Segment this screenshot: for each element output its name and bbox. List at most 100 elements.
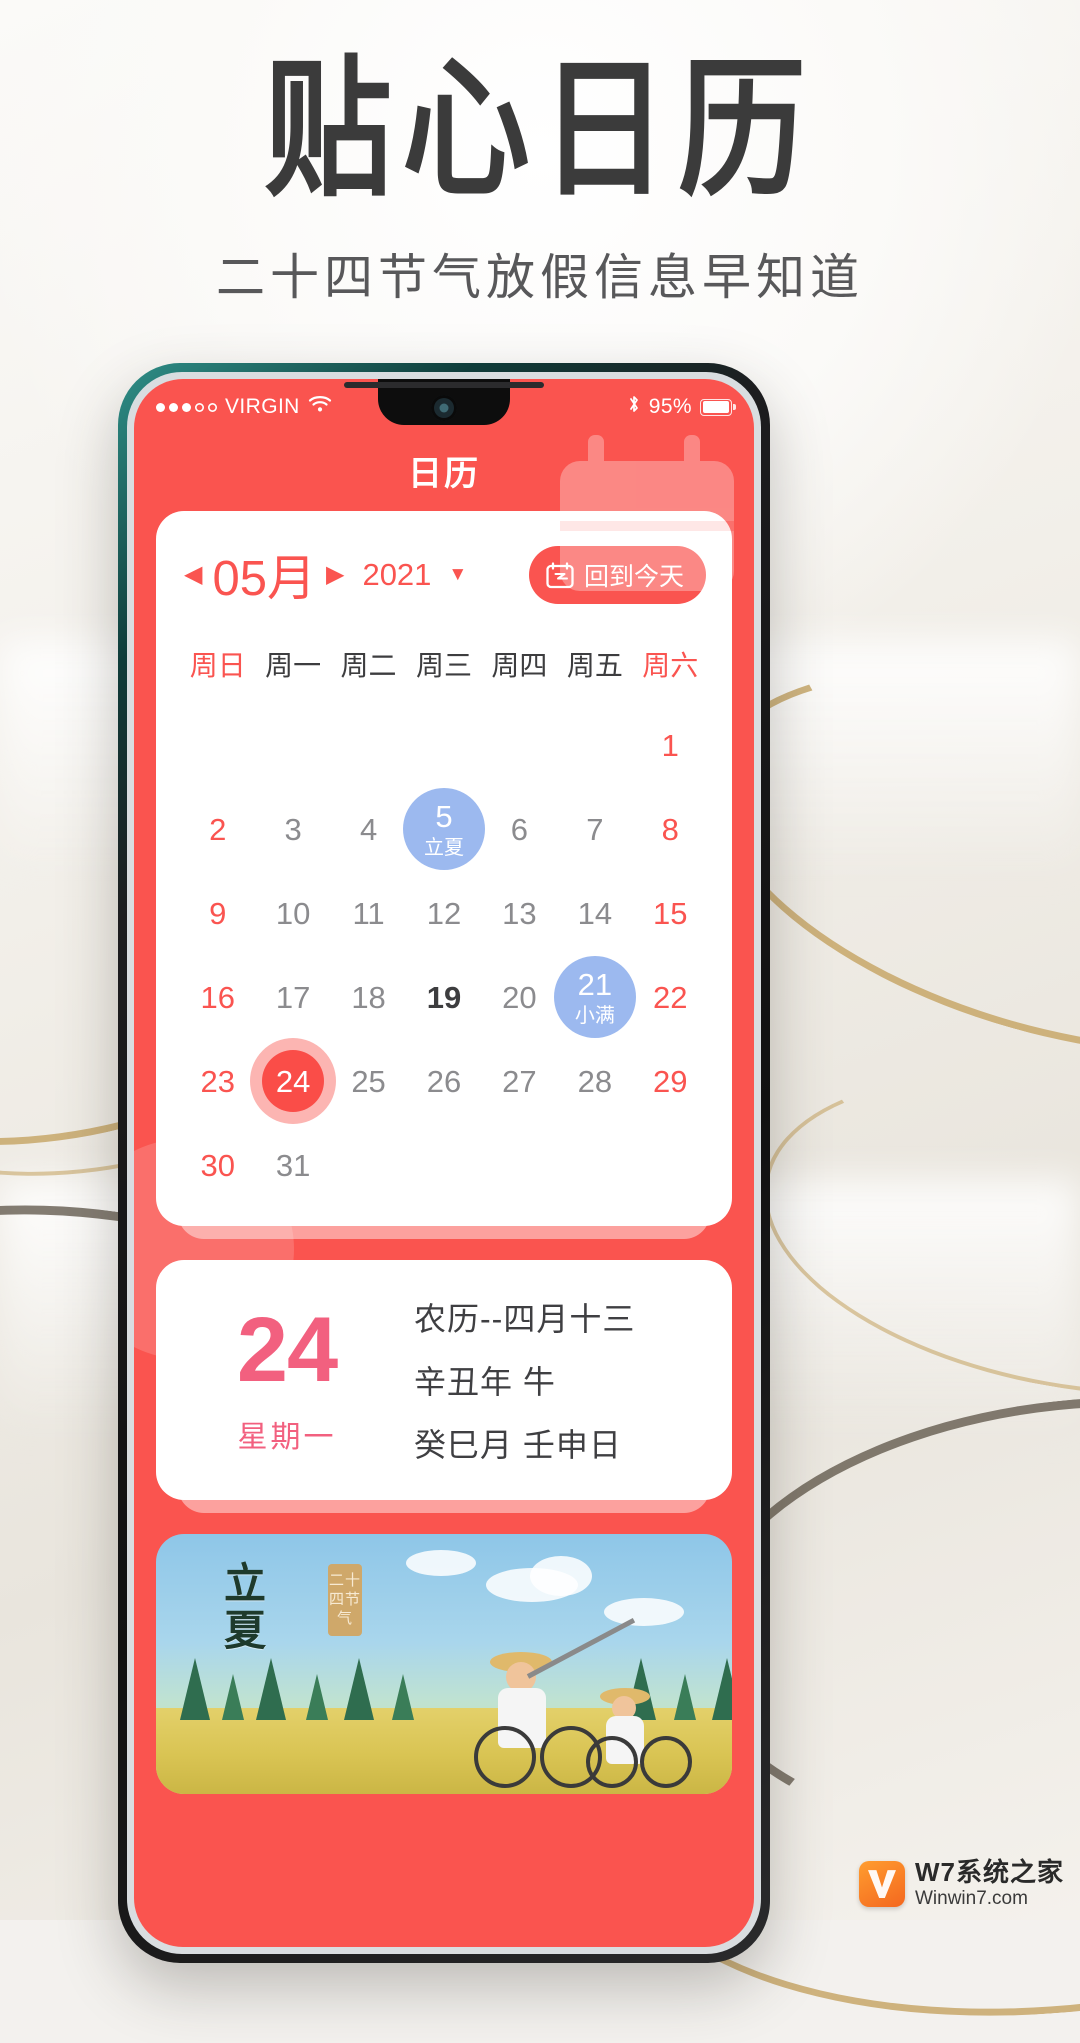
tree-shape [344, 1658, 374, 1720]
detail-lunar-line: 癸巳月 壬申日 [414, 1427, 622, 1463]
weekday-header-cell: 周四 [491, 650, 548, 681]
day-solar-term-label: 立夏 [423, 836, 464, 859]
weekday-header-cell: 周六 [642, 650, 699, 681]
day-number: 23 [200, 1063, 235, 1099]
phone-mockup: VIRGIN 4:06 PM 95% [118, 363, 770, 1963]
day-number: 8 [661, 811, 679, 847]
calendar-day-cell[interactable]: 17 [255, 958, 330, 1036]
calendar-day-cell[interactable]: 2 [180, 790, 255, 868]
tree-shape [712, 1658, 732, 1720]
month-selector[interactable]: ◀ 05月 ▶ 2021 ▼ [184, 539, 467, 610]
calendar-day-cell[interactable]: 16 [180, 958, 255, 1036]
day-number: 26 [426, 1063, 462, 1099]
weekday-header-cell: 周五 [566, 650, 623, 681]
day-number: 25 [351, 1063, 386, 1099]
calendar-day-cell[interactable]: 25 [331, 1042, 406, 1120]
calendar-day-cell[interactable]: 19 [406, 958, 481, 1036]
tree-shape [256, 1658, 286, 1720]
day-number: 6 [510, 811, 529, 847]
watermark-logo-icon [858, 1861, 905, 1908]
calendar-empty-cell [180, 706, 255, 784]
calendar-day-cell[interactable]: 9 [180, 874, 255, 952]
app-bar-title: 日历 [408, 454, 480, 493]
calendar-day-cell[interactable]: 22 [633, 958, 708, 1036]
weekday-header-cell: 周日 [189, 650, 246, 681]
calendar-day-cell[interactable]: 10 [255, 874, 330, 952]
solar-term-title: 立 夏 [224, 1560, 268, 1654]
calendar-day-cell[interactable]: 13 [482, 874, 557, 952]
day-solar-term-label: 小满 [574, 1004, 615, 1027]
day-number: 12 [426, 895, 462, 931]
day-number: 17 [275, 979, 311, 1015]
calendar-day-cell[interactable]: 1 [633, 706, 708, 784]
day-number: 30 [200, 1147, 235, 1183]
calendar-day-cell[interactable]: 24 [250, 1038, 337, 1124]
calendar-day-cell[interactable]: 11 [331, 874, 406, 952]
calendar-day-cell[interactable]: 21 小满 [553, 956, 636, 1038]
solar-term-title-line2: 夏 [224, 1607, 269, 1655]
calendar-day-grid: 1 2 3 4 5 立夏 6 7 8 9 10 11 12 13 14 15 16 17 18 19 20 21 小满 22 2… [178, 706, 710, 1204]
calendar-empty-cell [557, 1126, 632, 1204]
calendar-day-cell[interactable]: 29 [633, 1042, 708, 1120]
day-number: 14 [577, 895, 613, 931]
earpiece-speaker [344, 382, 544, 388]
calendar-day-cell[interactable]: 3 [255, 790, 330, 868]
next-month-button[interactable]: ▶ [326, 562, 344, 587]
calendar-day-cell[interactable]: 28 [557, 1042, 632, 1120]
day-number: 3 [284, 811, 302, 847]
calendar-empty-cell [255, 706, 330, 784]
calendar-day-cell[interactable]: 8 [633, 790, 708, 868]
day-number: 18 [351, 979, 386, 1015]
calendar-watermark-icon [552, 435, 742, 595]
phone-screen: VIRGIN 4:06 PM 95% [134, 379, 754, 1947]
day-number: 31 [275, 1147, 311, 1183]
tree-shape [180, 1658, 210, 1720]
date-detail-card[interactable]: 24 星期一 农历--四月十三 辛丑年 牛癸巳月 壬申日 [156, 1260, 732, 1500]
calendar-day-cell[interactable]: 26 [406, 1042, 481, 1120]
solar-term-title-line1: 立 [224, 1560, 269, 1607]
solar-term-illustration-card[interactable]: 立 夏 二十四节气 [156, 1534, 732, 1794]
calendar-empty-cell [633, 1126, 708, 1204]
watermark-url: Winwin7.com [914, 1888, 1028, 1910]
front-camera-icon [431, 395, 457, 421]
day-number: 27 [502, 1063, 537, 1099]
weekday-header-row: 周日 周一 周二 周三 周四 周五 周六 [178, 644, 710, 684]
calendar-empty-cell [406, 1126, 481, 1204]
illustration-child-rider [576, 1668, 696, 1788]
tree-shape [392, 1674, 414, 1720]
calendar-day-cell[interactable]: 14 [557, 874, 632, 952]
calendar-day-cell[interactable]: 20 [482, 958, 557, 1036]
year-label[interactable]: 2021 [362, 557, 431, 593]
day-number: 13 [502, 895, 537, 931]
day-number: 16 [200, 979, 235, 1015]
page-title: 贴心日历 [263, 46, 816, 215]
calendar-day-cell[interactable]: 30 [180, 1126, 255, 1204]
tree-shape [222, 1674, 244, 1720]
day-number: 19 [426, 979, 462, 1015]
calendar-day-cell[interactable]: 18 [331, 958, 406, 1036]
day-number: 15 [653, 895, 688, 931]
screen-content: ◀ 05月 ▶ 2021 ▼ 周日 周一 周二 周三 周四 周五 周六 1 2 … [134, 511, 754, 1794]
detail-lunar-line: 辛丑年 牛 [414, 1364, 556, 1400]
prev-month-button[interactable]: ◀ [184, 562, 202, 587]
day-number: 29 [653, 1063, 688, 1099]
chevron-down-icon[interactable]: ▼ [448, 564, 467, 586]
day-number: 4 [359, 811, 378, 847]
calendar-day-cell[interactable]: 31 [255, 1126, 330, 1204]
calendar-day-cell[interactable]: 5 立夏 [402, 788, 485, 870]
calendar-day-cell[interactable]: 27 [482, 1042, 557, 1120]
calendar-empty-cell [557, 706, 632, 784]
detail-day-number: 24 [236, 1299, 338, 1401]
day-number: 24 [275, 1063, 311, 1099]
calendar-empty-cell [331, 706, 406, 784]
calendar-day-cell[interactable]: 23 [180, 1042, 255, 1120]
calendar-day-cell[interactable]: 12 [406, 874, 481, 952]
calendar-empty-cell [482, 706, 557, 784]
day-number: 22 [653, 979, 688, 1015]
calendar-day-cell[interactable]: 15 [633, 874, 708, 952]
detail-lunar-line: 农历--四月十三 [414, 1301, 636, 1337]
calendar-day-cell[interactable]: 7 [557, 790, 632, 868]
calendar-day-cell[interactable]: 6 [482, 790, 557, 868]
calendar-day-cell[interactable]: 4 [331, 790, 406, 868]
weekday-header-cell: 周一 [265, 650, 322, 681]
